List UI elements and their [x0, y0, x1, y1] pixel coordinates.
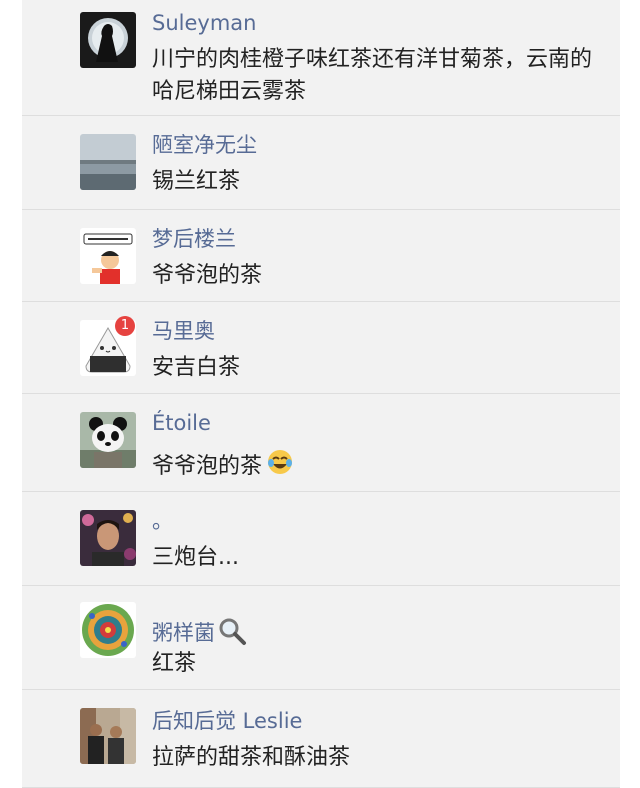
comment-author[interactable]: 。 — [152, 508, 173, 534]
cartoon-boy-avatar[interactable] — [80, 228, 136, 284]
panda-avatar[interactable] — [80, 412, 136, 468]
comment-panel: Suleyman 川宁的肉桂橙子味红茶还有洋甘菊茶，云南的哈尼梯田云雾茶 陋室净… — [22, 0, 620, 788]
comment-row[interactable]: 梦后楼兰 爷爷泡的茶 — [22, 210, 620, 302]
comment-text: 锡兰红茶 — [152, 169, 241, 194]
comment-text: 三炮台... — [152, 545, 239, 570]
comment-row[interactable]: 1 马里奥 安吉白茶 — [22, 302, 620, 394]
comment-text: 爷爷泡的茶 — [152, 448, 612, 486]
comment-author[interactable]: 陋室净无尘 — [152, 132, 257, 158]
comment-row[interactable]: Étoile 爷爷泡的茶 — [22, 394, 620, 492]
unread-badge: 1 — [115, 316, 135, 336]
comment-author[interactable]: 马里奥 — [152, 318, 215, 344]
comment-row[interactable]: 陋室净无尘 锡兰红茶 — [22, 116, 620, 210]
magnifier-emoji — [217, 616, 247, 652]
comment-author[interactable]: 后知后觉 Leslie — [152, 708, 302, 734]
comment-row[interactable]: Suleyman 川宁的肉桂橙子味红茶还有洋甘菊茶，云南的哈尼梯田云雾茶 — [22, 0, 620, 116]
comment-text: 川宁的肉桂橙子味红茶还有洋甘菊茶，云南的哈尼梯田云雾茶 — [152, 47, 593, 104]
comment-row[interactable]: 后知后觉 Leslie 拉萨的甜茶和酥油茶 — [22, 690, 620, 788]
silhouette-moon-avatar[interactable] — [80, 12, 136, 68]
comment-author[interactable]: 梦后楼兰 — [152, 226, 236, 252]
comment-author[interactable]: Suleyman — [152, 10, 256, 36]
comment-author-label[interactable]: 粥样菌 — [152, 621, 215, 645]
comment-text-content: 爷爷泡的茶 — [152, 454, 263, 479]
comment-row[interactable]: 。 三炮台... — [22, 492, 620, 586]
comment-text: 爷爷泡的茶 — [152, 263, 263, 288]
comment-text: 拉萨的甜茶和酥油茶 — [152, 745, 351, 770]
colorful-mandala-avatar[interactable] — [80, 602, 136, 658]
group-photo-avatar[interactable] — [80, 708, 136, 764]
lake-landscape-avatar[interactable] — [80, 134, 136, 190]
comment-text: 红茶 — [152, 651, 197, 676]
comment-author[interactable]: Étoile — [152, 410, 211, 436]
man-portrait-avatar[interactable] — [80, 510, 136, 566]
comment-row[interactable]: 粥样菌 红茶 — [22, 586, 620, 690]
comment-author[interactable]: 粥样菌 — [152, 616, 247, 652]
comment-text: 安吉白茶 — [152, 355, 241, 380]
tears-of-joy-emoji — [266, 448, 294, 486]
